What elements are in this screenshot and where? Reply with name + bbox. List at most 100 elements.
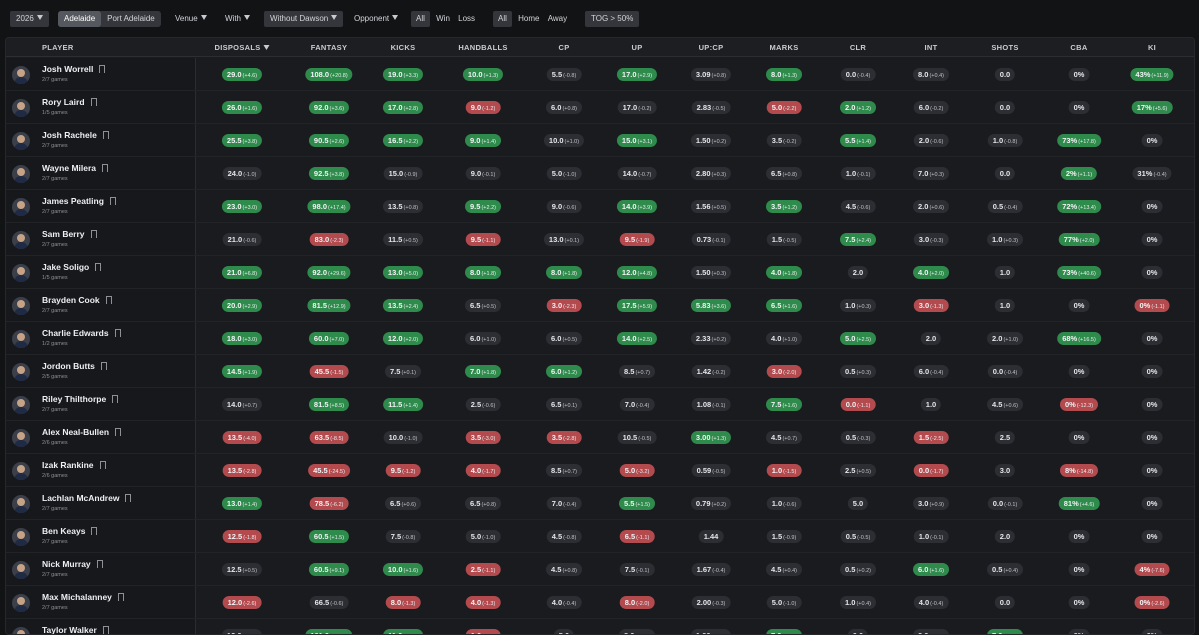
stat-value: 6.0 bbox=[918, 103, 930, 112]
col-header-kicks[interactable]: KICKS bbox=[391, 38, 416, 57]
stat-value: 83.0 bbox=[314, 235, 330, 244]
stat-upcp: 1.42(-0.2) bbox=[691, 365, 731, 378]
table-row[interactable]: Nick Murray 2/7 games 12.5(+0.5) 60.5(+9.1)… bbox=[6, 553, 1194, 586]
stat-delta: (+17.4) bbox=[328, 205, 346, 211]
table-row[interactable]: Izak Rankine 2/6 games 13.5(-2.8) 45.5(-24.… bbox=[6, 454, 1194, 487]
bookmark-icon[interactable] bbox=[100, 361, 107, 370]
bookmark-icon[interactable] bbox=[125, 493, 132, 502]
col-header-upcp[interactable]: UP:CP bbox=[699, 38, 724, 57]
table-row[interactable]: Rory Laird 1/5 games 26.0(+1.6) 92.0(+3.6) 1… bbox=[6, 91, 1194, 124]
location-option-away[interactable]: Away bbox=[548, 14, 567, 23]
player-name[interactable]: Ben Keays bbox=[42, 526, 98, 536]
table-row[interactable]: Josh Worrell 2/7 games 29.0(+4.6) 108.0(+20… bbox=[6, 58, 1194, 91]
stat-handballs: 2.5(-0.6) bbox=[465, 398, 501, 411]
bookmark-icon[interactable] bbox=[109, 196, 116, 205]
table-row[interactable]: Brayden Cook 2/7 games 20.0(+2.9) 81.5(+12.… bbox=[6, 289, 1194, 322]
stat-delta: (+0.1) bbox=[562, 403, 577, 409]
stat-delta: (-0.4) bbox=[857, 73, 871, 79]
col-header-fantasy[interactable]: FANTASY bbox=[311, 38, 348, 57]
stat-delta: (+0.8) bbox=[562, 568, 577, 574]
stat-delta: (+0.4) bbox=[929, 73, 944, 79]
stat-value: 0% bbox=[1073, 103, 1085, 112]
bookmark-icon[interactable] bbox=[102, 625, 109, 634]
table-row[interactable]: Wayne Milera 2/7 games 24.0(-1.0) 92.5(+3.8… bbox=[6, 157, 1194, 190]
col-header-shots[interactable]: SHOTS bbox=[991, 38, 1018, 57]
without-dropdown[interactable]: Without Dawson bbox=[264, 11, 344, 27]
stat-value: 90.5 bbox=[313, 136, 329, 145]
player-name[interactable]: Josh Rachele bbox=[42, 130, 109, 140]
bookmark-icon[interactable] bbox=[117, 592, 124, 601]
player-name[interactable]: Lachlan McAndrew bbox=[42, 493, 132, 503]
player-name[interactable]: Josh Worrell bbox=[42, 64, 106, 74]
table-row[interactable]: Taylor Walker2/7 games12.0(+0.8)101.0(+3… bbox=[6, 619, 1194, 634]
stat-value: 45.5 bbox=[313, 466, 328, 475]
col-header-cba[interactable]: CBA bbox=[1070, 38, 1087, 57]
table-row[interactable]: Lachlan McAndrew 2/7 games 13.0(+1.4) 78.5(… bbox=[6, 487, 1194, 520]
col-header-int[interactable]: INT bbox=[925, 38, 938, 57]
col-header-cp[interactable]: CP bbox=[558, 38, 569, 57]
player-name[interactable]: Charlie Edwards bbox=[42, 328, 121, 338]
opponent-dropdown[interactable]: Opponent bbox=[354, 11, 399, 27]
player-name[interactable]: Jordon Butts bbox=[42, 361, 107, 371]
stat-delta: (-0.4) bbox=[563, 601, 577, 607]
bookmark-icon[interactable] bbox=[105, 295, 112, 304]
col-header-marks[interactable]: MARKS bbox=[770, 38, 799, 57]
stat-int: 6.0(-0.4) bbox=[913, 365, 949, 378]
with-dropdown[interactable]: With bbox=[225, 11, 250, 27]
player-name[interactable]: James Peatling bbox=[42, 196, 116, 206]
table-row[interactable]: James Peatling 2/7 games 23.0(+3.0) 98.0(+1… bbox=[6, 190, 1194, 223]
player-name[interactable]: Rory Laird bbox=[42, 97, 97, 107]
col-header-clr[interactable]: CLR bbox=[850, 38, 866, 57]
bookmark-icon[interactable] bbox=[99, 460, 106, 469]
col-header-up[interactable]: UP bbox=[631, 38, 642, 57]
player-name[interactable]: Wayne Milera bbox=[42, 163, 109, 173]
table-row[interactable]: Jordon Butts 2/5 games 14.5(+1.9) 45.5(-1.5… bbox=[6, 355, 1194, 388]
table-row[interactable]: Josh Rachele 2/7 games 25.5(+3.8) 90.5(+2.6… bbox=[6, 124, 1194, 157]
player-name[interactable]: Brayden Cook bbox=[42, 295, 112, 305]
bookmark-icon[interactable] bbox=[112, 394, 119, 403]
col-header-player[interactable]: PLAYER bbox=[42, 38, 74, 57]
col-header-ki[interactable]: KI bbox=[1148, 38, 1156, 57]
table-row[interactable]: Riley Thilthorpe 2/7 games 14.0(+0.7) 81.5(… bbox=[6, 388, 1194, 421]
col-header-handballs[interactable]: HANDBALLS bbox=[458, 38, 507, 57]
player-name[interactable]: Sam Berry bbox=[42, 229, 97, 239]
location-option-home[interactable]: Home bbox=[518, 14, 539, 23]
bookmark-icon[interactable] bbox=[102, 163, 109, 172]
player-name[interactable]: Jake Soligo bbox=[42, 262, 102, 272]
bookmark-icon[interactable] bbox=[90, 97, 97, 106]
bookmark-icon[interactable] bbox=[91, 526, 98, 535]
player-name[interactable]: Max Michalanney bbox=[42, 592, 124, 602]
season-select[interactable]: 2026 bbox=[10, 11, 49, 27]
tog-filter-button[interactable]: TOG > 50% bbox=[585, 11, 640, 27]
result-option-all[interactable]: All bbox=[411, 11, 430, 27]
player-name[interactable]: Izak Rankine bbox=[42, 460, 106, 470]
venue-dropdown[interactable]: Venue bbox=[175, 11, 207, 27]
table-row[interactable]: Jake Soligo 1/5 games 21.0(+6.8) 92.0(+29.6… bbox=[6, 256, 1194, 289]
table-row[interactable]: Charlie Edwards 1/2 games 18.0(+3.0) 60.0(+… bbox=[6, 322, 1194, 355]
player-name[interactable]: Alex Neal-Bullen bbox=[42, 427, 122, 437]
bookmark-icon[interactable] bbox=[114, 328, 121, 337]
bookmark-icon[interactable] bbox=[95, 262, 102, 271]
bookmark-icon[interactable] bbox=[99, 64, 106, 73]
table-row[interactable]: Ben Keays 2/7 games 12.5(-1.8) 60.5(+1.5) 7.… bbox=[6, 520, 1194, 553]
table-row[interactable]: Alex Neal-Bullen 2/6 games 13.5(-4.0) 63.5(… bbox=[6, 421, 1194, 454]
stat-ki: 43%(+11.9) bbox=[1130, 68, 1174, 81]
bookmark-icon[interactable] bbox=[102, 130, 109, 139]
stat-value: 1.0 bbox=[771, 466, 783, 475]
col-header-disposals[interactable]: DISPOSALS bbox=[214, 38, 270, 57]
player-name[interactable]: Taylor Walker bbox=[42, 625, 109, 634]
result-option-loss[interactable]: Loss bbox=[458, 14, 475, 23]
stat-value: 8.0 bbox=[771, 70, 782, 79]
stat-value: 7.5 bbox=[390, 367, 401, 376]
table-row[interactable]: Sam Berry 2/7 games 21.0(-0.6) 83.0(-2.3) 11… bbox=[6, 223, 1194, 256]
bookmark-icon[interactable] bbox=[115, 427, 122, 436]
bookmark-icon[interactable] bbox=[96, 559, 103, 568]
team-option-port-adelaide[interactable]: Port Adelaide bbox=[101, 11, 161, 27]
bookmark-icon[interactable] bbox=[90, 229, 97, 238]
location-option-all[interactable]: All bbox=[493, 11, 512, 27]
player-name[interactable]: Riley Thilthorpe bbox=[42, 394, 119, 404]
table-row[interactable]: Max Michalanney 2/7 games 12.0(-2.6) 66.5(-… bbox=[6, 586, 1194, 619]
result-option-win[interactable]: Win bbox=[436, 14, 450, 23]
team-option-adelaide[interactable]: Adelaide bbox=[58, 11, 102, 27]
player-name[interactable]: Nick Murray bbox=[42, 559, 103, 569]
